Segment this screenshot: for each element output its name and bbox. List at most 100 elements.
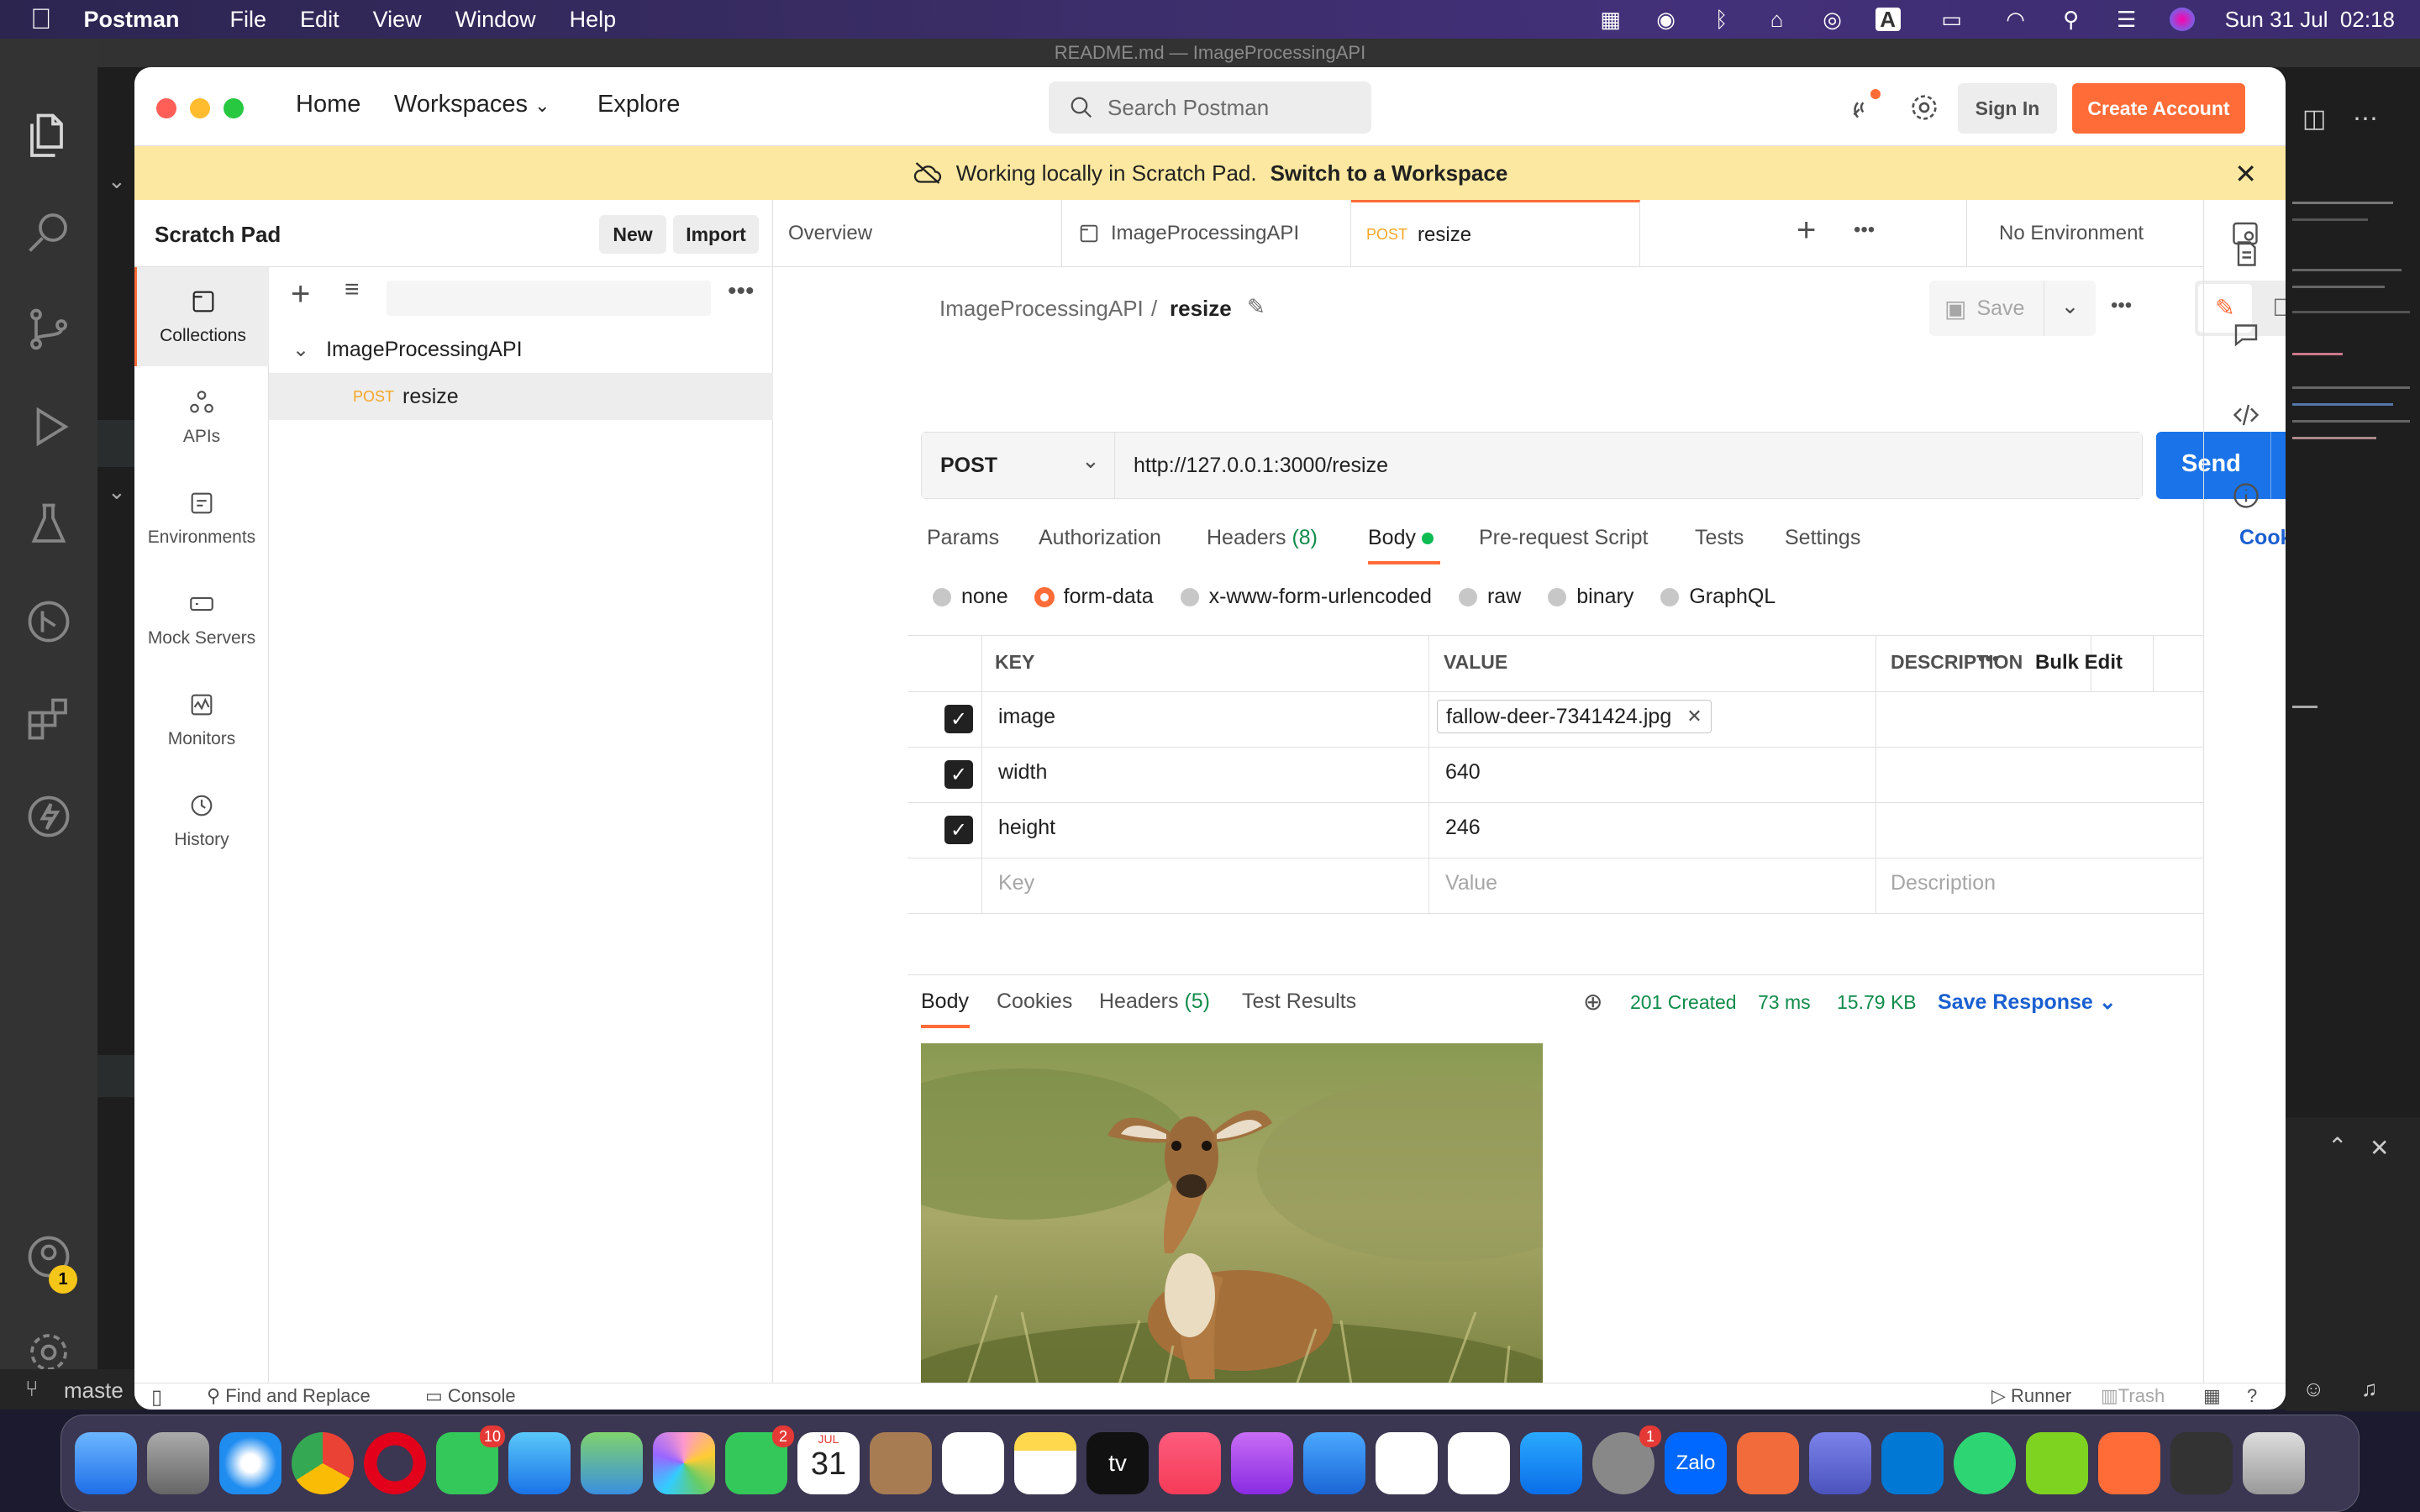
pages-icon[interactable] xyxy=(1448,1432,1510,1494)
key-placeholder[interactable]: Key xyxy=(998,871,1034,895)
testing-icon[interactable] xyxy=(0,482,97,566)
sync-status-icon[interactable] xyxy=(1849,89,1882,124)
response-tab-test-results[interactable]: Test Results xyxy=(1242,990,1356,1014)
blocks-app-icon[interactable] xyxy=(2026,1432,2088,1494)
response-divider[interactable] xyxy=(908,974,2203,975)
value-placeholder[interactable]: Value xyxy=(1445,871,1497,895)
table-options-icon[interactable]: ••• xyxy=(1978,648,1999,671)
url-input[interactable]: http://127.0.0.1:3000/resize xyxy=(1115,433,2142,498)
radio-binary[interactable]: binary xyxy=(1548,585,1634,609)
vscode-chevron-icon[interactable]: ⌄ xyxy=(108,479,126,505)
response-tab-headers[interactable]: Headers (5) xyxy=(1099,990,1210,1014)
more-actions-icon[interactable]: ⋯ xyxy=(2353,104,2378,134)
rail-item-collections[interactable]: Collections xyxy=(134,267,269,366)
menu-edit[interactable]: Edit xyxy=(300,7,339,33)
tab-overview[interactable]: Overview xyxy=(773,200,1062,267)
find-replace-button[interactable]: ⚲ Find and Replace xyxy=(207,1385,371,1407)
extensions-icon[interactable] xyxy=(0,677,97,761)
response-tab-cookies[interactable]: Cookies xyxy=(997,990,1072,1014)
info-icon[interactable] xyxy=(2231,480,2261,511)
code-icon[interactable] xyxy=(2231,400,2261,430)
tab-options-icon[interactable]: ••• xyxy=(1854,218,1875,242)
response-tab-body[interactable]: Body xyxy=(921,990,969,1014)
git-graph-icon[interactable] xyxy=(0,580,97,664)
feedback-icon[interactable]: ☺ xyxy=(2302,1376,2325,1402)
new-tab-icon[interactable]: + xyxy=(1797,212,1816,249)
calendar-icon[interactable]: JUL 31 xyxy=(797,1432,860,1494)
bed-icon[interactable]: ⌂ xyxy=(1765,8,1790,31)
extensions-icon[interactable]: ▦ xyxy=(1598,8,1623,31)
panel-maximize-icon[interactable]: ⌃ xyxy=(2328,1132,2347,1160)
notifications-bell-icon[interactable]: ♫ xyxy=(2361,1376,2378,1402)
response-time[interactable]: 73 ms xyxy=(1758,991,1811,1014)
vscode-chevron-icon[interactable]: ⌄ xyxy=(108,168,126,194)
tab-tests[interactable]: Tests xyxy=(1695,526,1744,550)
settings-gear-icon[interactable] xyxy=(1907,91,1941,129)
method-select[interactable]: POST ⌄ xyxy=(922,433,1115,498)
vscode-icon[interactable] xyxy=(1881,1432,1944,1494)
minimize-window-button[interactable] xyxy=(190,98,210,118)
menubar-app-name[interactable]: Postman xyxy=(84,7,180,33)
trash-icon[interactable] xyxy=(2243,1432,2305,1494)
split-editor-icon[interactable]: ◫ xyxy=(2302,104,2326,134)
request-item[interactable]: POST resize xyxy=(269,373,773,420)
menu-window[interactable]: Window xyxy=(455,7,536,33)
photos-icon[interactable] xyxy=(653,1432,715,1494)
environment-select[interactable]: No Environment xyxy=(1966,200,2203,267)
menu-help[interactable]: Help xyxy=(570,7,617,33)
panel-close-icon[interactable]: ✕ xyxy=(2370,1134,2389,1162)
row-key[interactable]: height xyxy=(998,816,1055,840)
zalo-icon[interactable]: Zalo xyxy=(1665,1432,1727,1494)
opera-icon[interactable] xyxy=(364,1432,426,1494)
breadcrumb-collection[interactable]: ImageProcessingAPI xyxy=(939,296,1144,322)
input-source-icon[interactable]: A xyxy=(1875,8,1901,31)
save-response-button[interactable]: Save Response ⌄ xyxy=(1938,990,2117,1015)
menu-file[interactable]: File xyxy=(230,7,267,33)
reminders-icon[interactable] xyxy=(942,1432,1004,1494)
create-account-button[interactable]: Create Account xyxy=(2072,83,2245,134)
explore-link[interactable]: Explore xyxy=(597,91,680,118)
safari-icon[interactable] xyxy=(219,1432,281,1494)
rail-item-environments[interactable]: Environments xyxy=(134,469,269,568)
search-input[interactable]: Search Postman xyxy=(1049,81,1371,134)
chrome-icon[interactable] xyxy=(292,1432,354,1494)
row-key[interactable]: width xyxy=(998,760,1047,785)
system-preferences-icon[interactable]: 1 xyxy=(1592,1425,1661,1494)
description-placeholder[interactable]: Description xyxy=(1891,871,1996,895)
two-pane-icon[interactable]: ▦ xyxy=(2203,1385,2221,1407)
response-status[interactable]: 201 Created xyxy=(1630,991,1737,1014)
home-link[interactable]: Home xyxy=(296,91,360,118)
import-button[interactable]: Import xyxy=(673,215,759,254)
spotlight-icon[interactable]: ⚲ xyxy=(2059,8,2084,31)
podcasts-icon[interactable] xyxy=(1231,1432,1293,1494)
save-dropdown-icon[interactable]: ⌄ xyxy=(2044,281,2096,336)
run-debug-icon[interactable] xyxy=(0,385,97,469)
messages-icon[interactable]: 10 xyxy=(436,1425,505,1494)
row-checkbox[interactable]: ✓ xyxy=(944,760,973,789)
launchpad-icon[interactable] xyxy=(147,1432,209,1494)
notes-icon[interactable] xyxy=(1014,1432,1076,1494)
comments-icon[interactable] xyxy=(2231,319,2261,349)
lightning-icon[interactable] xyxy=(0,774,97,858)
sign-in-button[interactable]: Sign In xyxy=(1958,83,2057,134)
console-button[interactable]: ▭ Console xyxy=(425,1385,516,1407)
accounts-icon[interactable]: 1 xyxy=(0,1215,97,1299)
apple-tv-icon[interactable]: tv xyxy=(1086,1432,1149,1494)
wifi-icon[interactable]: ◠ xyxy=(2003,8,2028,31)
bulk-edit-button[interactable]: Bulk Edit xyxy=(2035,651,2123,675)
remove-file-icon[interactable]: ✕ xyxy=(1686,706,1702,727)
row-checkbox[interactable]: ✓ xyxy=(944,705,973,733)
close-banner-icon[interactable]: ✕ xyxy=(2234,158,2257,190)
rail-item-mock-servers[interactable]: Mock Servers xyxy=(134,570,269,669)
tab-collection[interactable]: ImageProcessingAPI xyxy=(1062,200,1351,267)
more-options-icon[interactable]: ••• xyxy=(728,277,755,306)
close-window-button[interactable] xyxy=(156,98,176,118)
bluetooth-icon[interactable]: ᛒ xyxy=(1709,8,1734,31)
branch-name[interactable]: maste xyxy=(64,1378,124,1404)
radio-none[interactable]: none xyxy=(933,585,1008,609)
mail-icon[interactable] xyxy=(508,1432,571,1494)
music-icon[interactable] xyxy=(1159,1432,1221,1494)
tab-headers[interactable]: Headers (8) xyxy=(1207,526,1318,550)
facetime-icon[interactable]: 2 xyxy=(725,1425,794,1494)
tab-params[interactable]: Params xyxy=(927,526,999,550)
